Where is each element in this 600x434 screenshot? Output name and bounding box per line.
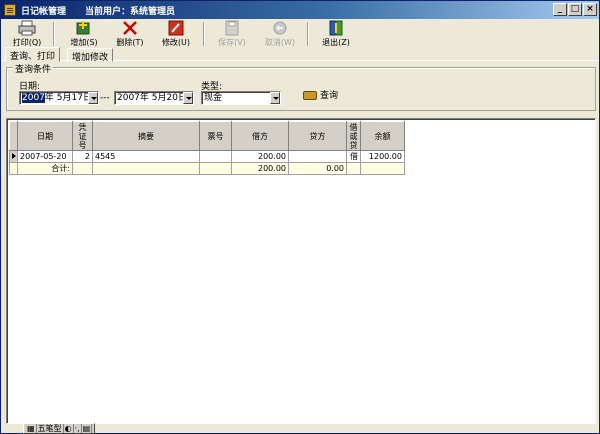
edit-button[interactable]: 修改(U): [159, 20, 193, 48]
cell-voucher[interactable]: 2: [72, 150, 93, 163]
exit-button[interactable]: 退出(Z): [319, 20, 353, 48]
save-disk-icon: [223, 20, 241, 36]
cancel-button[interactable]: 取消(W): [263, 20, 297, 48]
cell-summary[interactable]: 4545: [92, 150, 200, 163]
toolbar: 打印(Q) 增加(S) 删除(T) 修改(U) 保存(V) 取消(W) 退出(Z…: [1, 19, 599, 49]
date-to-picker[interactable]: 2007年 5月20日: [114, 91, 194, 105]
close-button[interactable]: ×: [583, 3, 597, 16]
table-row[interactable]: 2007-05-20 2 4545 200.00 借 1200.00: [9, 150, 405, 163]
col-date[interactable]: 日期: [17, 121, 73, 151]
col-debit-credit[interactable]: 借或贷: [346, 121, 361, 151]
cell-credit[interactable]: [288, 150, 347, 163]
current-user-text: 当前用户：系统管理员: [85, 7, 176, 17]
exit-door-icon: [327, 20, 345, 36]
ime-toolbar[interactable]: ▦ 五笔型 ◐ ·, ▤: [23, 423, 96, 434]
date-from-year: 2007: [22, 93, 45, 103]
minimize-button[interactable]: _: [553, 3, 567, 16]
tab-bar: 查询、打印 增加修改: [1, 47, 599, 63]
delete-x-icon: [121, 20, 139, 36]
maximize-button[interactable]: □: [568, 3, 582, 16]
cell-balance[interactable]: 1200.00: [360, 150, 405, 163]
undo-icon: [271, 20, 289, 36]
cell-debit-credit[interactable]: 借: [346, 150, 361, 163]
row-pointer-icon: [12, 153, 16, 159]
chevron-down-icon[interactable]: [183, 92, 193, 104]
ime-punctuation-icon[interactable]: ·,: [74, 424, 82, 433]
app-icon: [4, 4, 16, 16]
tab-query-print[interactable]: 查询、打印: [5, 47, 61, 62]
total-row-indicator: [9, 162, 18, 175]
ime-mode[interactable]: 五笔型: [37, 424, 64, 433]
window-title: 日记帐管理: [21, 7, 67, 17]
total-summary: [92, 162, 200, 175]
date-from-rest: 年 5月17日: [44, 93, 92, 103]
current-row-indicator: [9, 150, 18, 163]
title-bar[interactable]: 日记帐管理 当前用户：系统管理员 _ □ ×: [1, 1, 599, 19]
add-record-icon: [75, 20, 93, 36]
cell-ticket[interactable]: [199, 150, 232, 163]
col-ticket[interactable]: 票号: [199, 121, 232, 151]
query-button[interactable]: 查询: [303, 89, 338, 103]
tab-add-edit[interactable]: 增加修改: [67, 48, 114, 63]
col-balance[interactable]: 余额: [360, 121, 405, 151]
ledger-table: 日期 凭证号 摘要 票号 借方 贷方 借或贷 余额 2007-05-20 2 4…: [9, 121, 405, 175]
add-button[interactable]: 增加(S): [67, 20, 101, 48]
total-ticket: [199, 162, 232, 175]
total-label: 合计:: [17, 162, 73, 175]
type-select[interactable]: 现金: [201, 91, 281, 105]
date-range-separator: ---: [100, 93, 110, 103]
ime-keyboard-icon[interactable]: ▤: [82, 424, 93, 433]
ime-logo-icon: ▦: [27, 424, 37, 433]
chevron-down-icon[interactable]: [88, 92, 98, 104]
type-value: 现金: [204, 93, 223, 103]
table-total-row: 合计: 200.00 0.00: [9, 162, 405, 175]
col-summary[interactable]: 摘要: [92, 121, 200, 151]
delete-button[interactable]: 删除(T): [113, 20, 147, 48]
col-credit[interactable]: 贷方: [288, 121, 347, 151]
toolbar-separator: [53, 22, 55, 46]
edit-icon: [167, 20, 185, 36]
col-debit[interactable]: 借方: [231, 121, 289, 151]
query-icon: [303, 91, 317, 100]
ime-halfwidth-icon[interactable]: ◐: [64, 424, 74, 433]
save-button[interactable]: 保存(V): [215, 20, 249, 48]
total-voucher: [72, 162, 93, 175]
total-dc: [346, 162, 361, 175]
row-indicator-header: [9, 121, 18, 151]
main-window: 日记帐管理 当前用户：系统管理员 _ □ × 打印(Q) 增加(S) 删除(T): [0, 0, 600, 434]
query-conditions-legend: 查询条件: [13, 62, 54, 75]
date-to-value: 2007年 5月20日: [117, 93, 187, 103]
total-credit: 0.00: [288, 162, 347, 175]
date-from-picker[interactable]: 2007年 5月17日: [19, 91, 99, 105]
query-button-label: 查询: [320, 91, 339, 101]
chevron-down-icon[interactable]: [270, 92, 280, 104]
total-debit: 200.00: [231, 162, 289, 175]
total-balance: [360, 162, 405, 175]
ledger-grid[interactable]: 日期 凭证号 摘要 票号 借方 贷方 借或贷 余额 2007-05-20 2 4…: [6, 118, 596, 424]
print-button[interactable]: 打印(Q): [9, 20, 45, 48]
cell-debit[interactable]: 200.00: [231, 150, 289, 163]
cell-date[interactable]: 2007-05-20: [17, 150, 73, 163]
col-voucher[interactable]: 凭证号: [72, 121, 93, 151]
printer-icon: [18, 20, 36, 36]
toolbar-separator: [307, 22, 309, 46]
toolbar-separator: [203, 22, 205, 46]
